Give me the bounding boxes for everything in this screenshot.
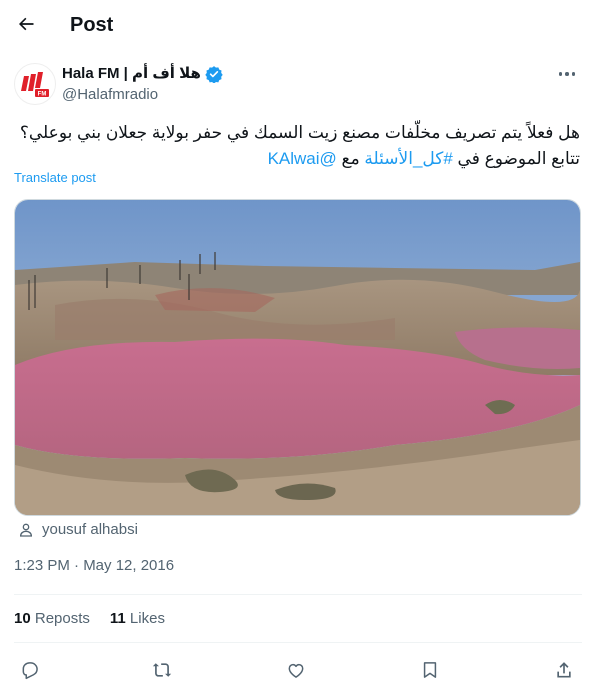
hala-fm-logo: FM [16,65,54,103]
verified-badge-icon [205,66,223,83]
action-bar [0,654,596,686]
tweet-line-2: تتابع الموضوع في #كل_الأسئلة مع @KAlwai [14,146,580,172]
media-credit[interactable]: yousuf alhabsi [18,520,138,540]
likes-stat[interactable]: 11 Likes [110,609,165,629]
divider [14,642,582,643]
author-name-row[interactable]: Hala FM | هلا أف أم [62,64,223,84]
divider [14,594,582,595]
tweet-line-2-mid: مع [336,149,365,168]
person-icon [19,523,33,537]
more-dot [571,72,576,76]
post-timestamp[interactable]: 1:23 PM · May 12, 2016 [14,556,174,576]
mention-link[interactable]: @KAlwai [268,149,337,168]
bookmark-button[interactable] [414,654,446,686]
page-title: Post [70,14,114,36]
reposts-stat[interactable]: 10 Reposts [14,609,90,629]
share-button[interactable] [548,654,580,686]
repost-button[interactable] [146,654,178,686]
avatar[interactable]: FM [14,63,56,105]
likes-label: Likes [129,610,165,627]
translate-post-link[interactable]: Translate post [14,169,96,187]
tweet-line-2-prefix: تتابع الموضوع في [452,149,580,168]
more-dot [558,72,563,76]
reply-icon [22,662,38,680]
more-dot [565,72,569,76]
header-bar: Post [0,0,596,52]
likes-count: 11 [109,610,126,627]
media-credit-name[interactable]: yousuf alhabsi [42,520,138,540]
arrow-left-icon [19,17,34,31]
bookmark-icon [423,662,437,678]
landscape-photo [15,200,580,515]
engagement-stats: 10 Reposts 11 Likes [14,609,165,629]
hashtag-link[interactable]: #كل_الأسئلة [364,149,452,168]
reply-button[interactable] [14,654,46,686]
more-options-button[interactable] [554,64,580,84]
repost-icon [152,663,172,677]
tweet-text: هل فعلاً يتم تصريف مخلّفات مصنع زيت السم… [14,120,580,172]
like-button[interactable] [280,654,312,686]
author-display-name[interactable]: Hala FM | هلا أف أم [62,64,201,84]
tweet-image[interactable] [14,199,581,516]
tweet-line-1: هل فعلاً يتم تصريف مخلّفات مصنع زيت السم… [19,123,580,142]
reposts-count: 10 [14,610,31,627]
reposts-label: Reposts [34,610,90,627]
back-button[interactable] [12,10,40,38]
share-icon [557,662,571,678]
author-handle[interactable]: @Halafmradio [62,85,158,105]
like-icon [288,663,304,678]
svg-text:FM: FM [38,92,47,98]
